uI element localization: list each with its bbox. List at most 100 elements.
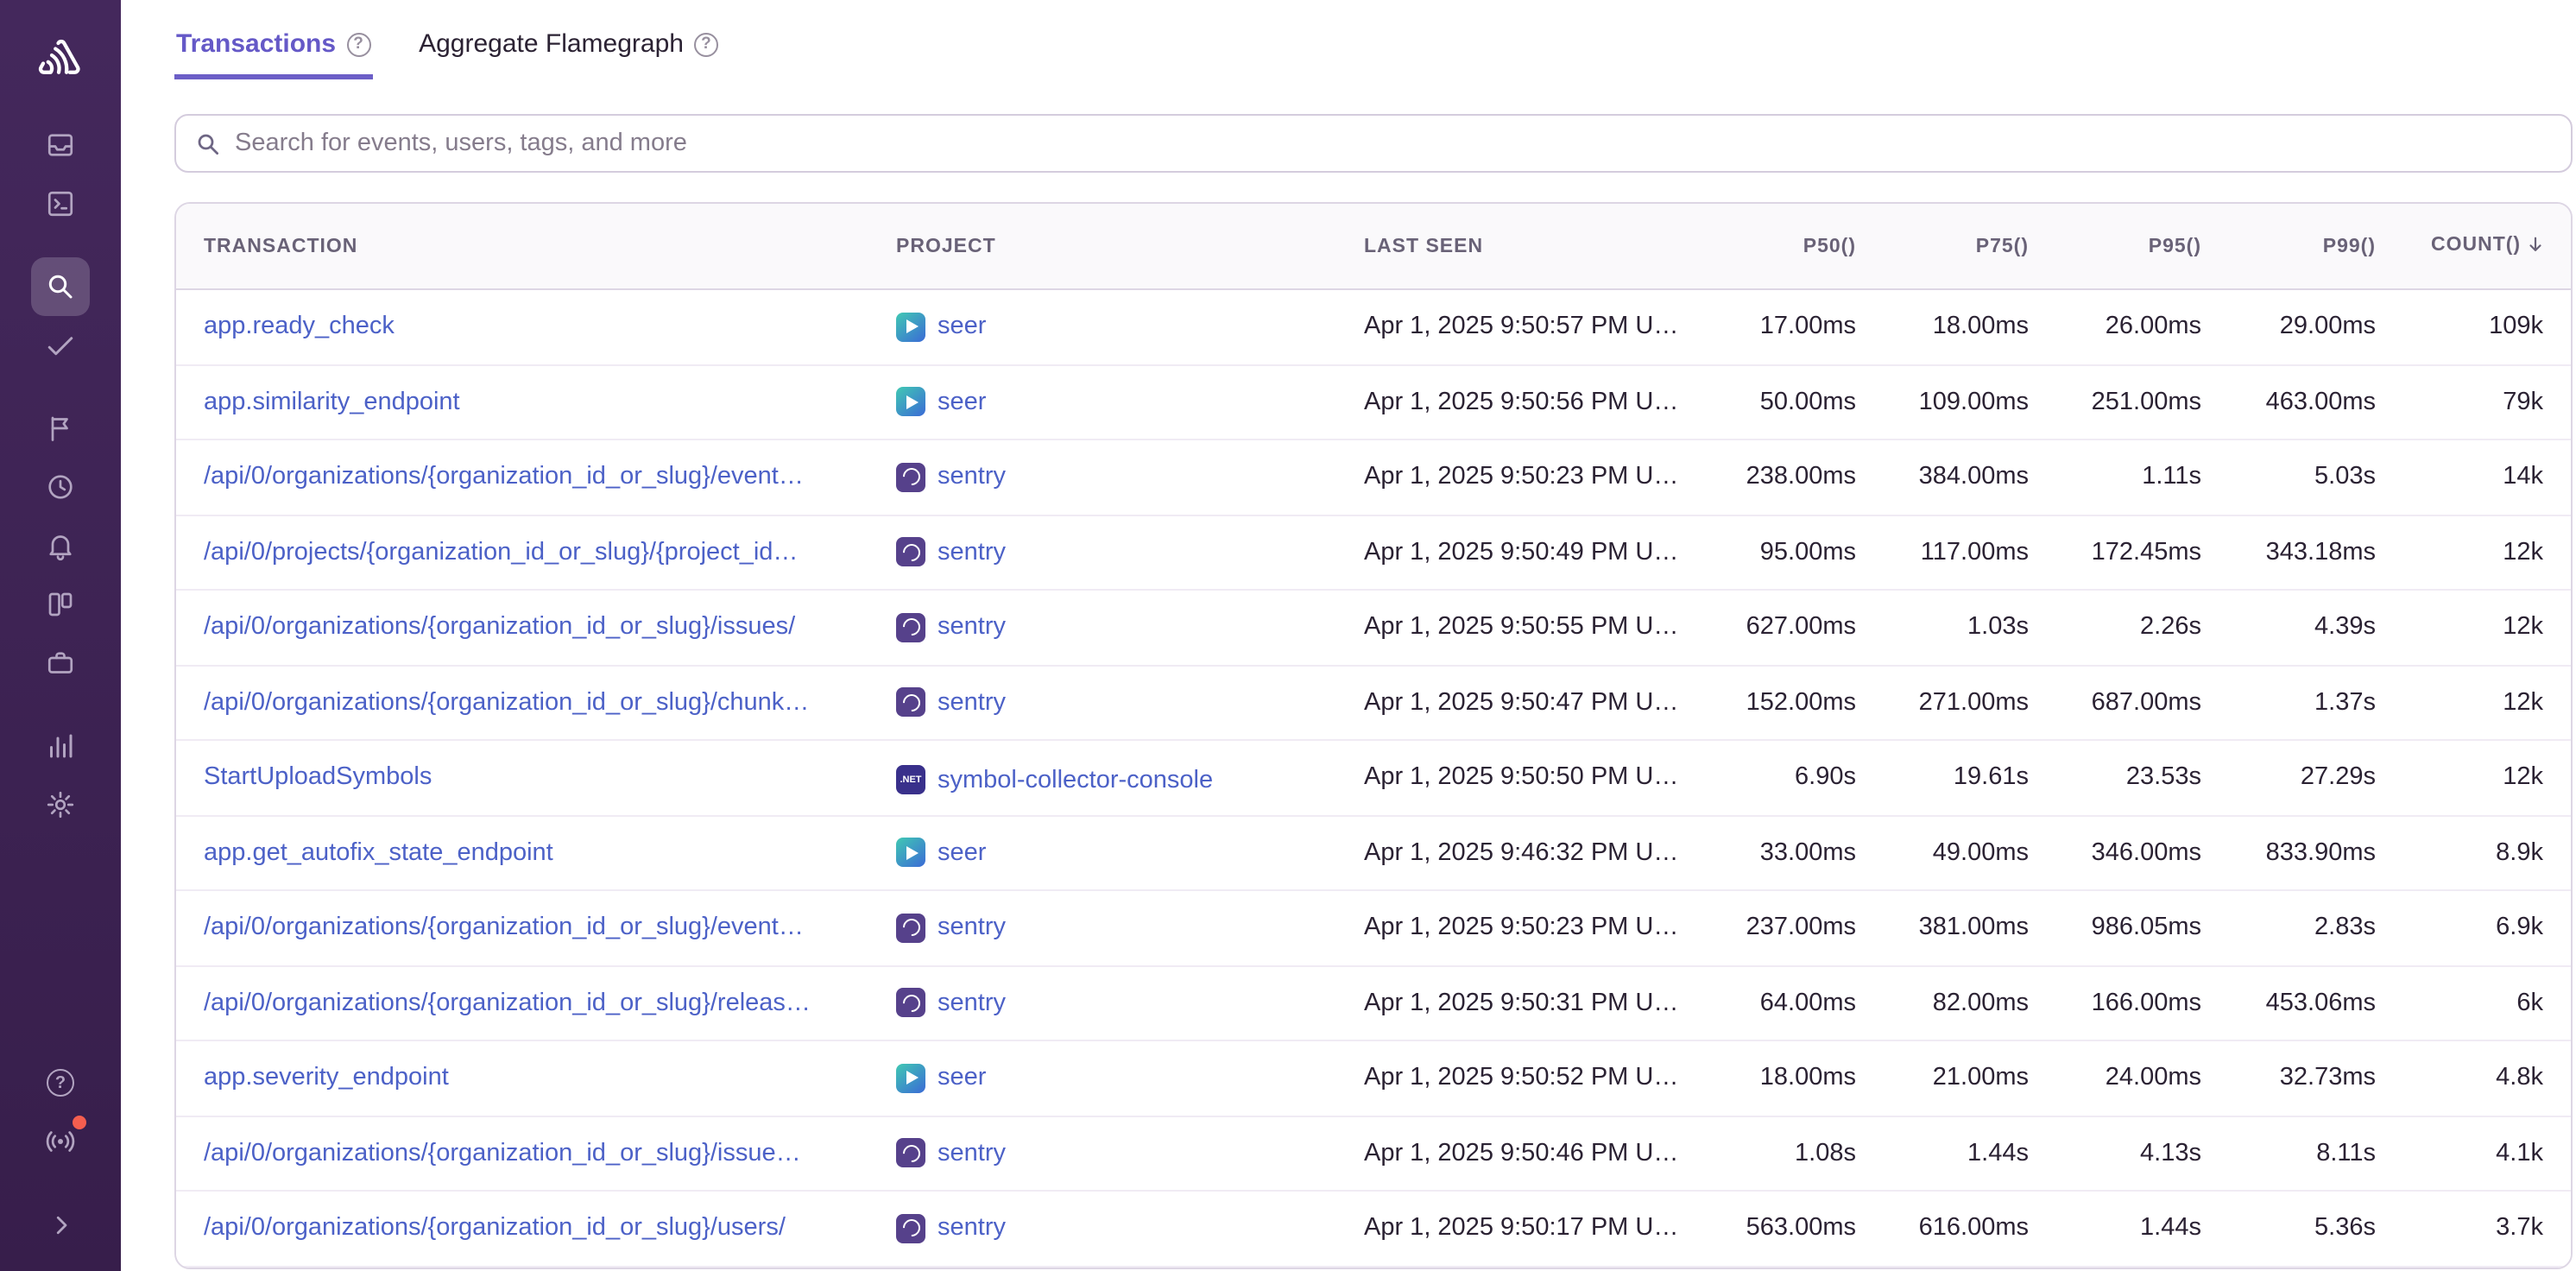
sidebar-item-settings[interactable] xyxy=(31,775,90,834)
p50-cell: 17.00ms xyxy=(1709,313,1884,341)
p99-cell: 8.11s xyxy=(2229,1140,2403,1167)
project-platform-icon xyxy=(896,612,925,642)
table-row: app.similarity_endpoint seer Apr 1, 2025… xyxy=(176,365,2571,440)
sidebar-item-stats[interactable] xyxy=(31,717,90,775)
project-cell: sentry xyxy=(868,462,1336,492)
sidebar-item-releases[interactable] xyxy=(31,399,90,458)
project-platform-icon xyxy=(896,1138,925,1167)
project-name: seer xyxy=(938,389,986,416)
p99-cell: 4.39s xyxy=(2229,614,2403,642)
project-platform-icon xyxy=(896,537,925,566)
column-header-last-seen[interactable]: LAST SEEN xyxy=(1336,236,1709,256)
transaction-link[interactable]: /api/0/organizations/{organization_id_or… xyxy=(204,689,809,717)
sidebar-item-explore[interactable] xyxy=(31,174,90,233)
column-header-p50[interactable]: P50() xyxy=(1709,236,1884,256)
p75-cell: 117.00ms xyxy=(1884,539,2056,566)
column-header-project[interactable]: PROJECT xyxy=(868,236,1336,256)
transaction-cell: /api/0/organizations/{organization_id_or… xyxy=(176,689,868,717)
project-link[interactable]: sentry xyxy=(896,988,1006,1017)
sidebar-item-projects[interactable] xyxy=(31,634,90,692)
sidebar-item-whats-new[interactable] xyxy=(31,1112,90,1171)
project-link[interactable]: sentry xyxy=(896,612,1006,642)
project-link[interactable]: sentry xyxy=(896,1138,1006,1167)
count-cell: 4.8k xyxy=(2403,1065,2571,1092)
transaction-link[interactable]: app.ready_check xyxy=(204,313,395,341)
p50-cell: 563.00ms xyxy=(1709,1215,1884,1243)
transaction-cell: /api/0/organizations/{organization_id_or… xyxy=(176,1215,868,1243)
table-body: app.ready_check seer Apr 1, 2025 9:50:57… xyxy=(176,290,2571,1267)
project-link[interactable]: seer xyxy=(896,838,986,868)
app-window: ? Transactions ? Aggregate Flamegraph xyxy=(0,0,2576,1271)
project-link[interactable]: seer xyxy=(896,388,986,417)
project-cell: sentry xyxy=(868,1213,1336,1243)
search-bar[interactable] xyxy=(174,114,2573,173)
column-header-p95[interactable]: P95() xyxy=(2056,236,2229,256)
transaction-link[interactable]: StartUploadSymbols xyxy=(204,764,432,792)
transaction-link[interactable]: app.severity_endpoint xyxy=(204,1065,449,1092)
project-link[interactable]: sentry xyxy=(896,1213,1006,1243)
column-header-count[interactable]: COUNT() xyxy=(2403,234,2571,258)
sentry-logo[interactable] xyxy=(28,26,93,92)
p95-cell: 1.44s xyxy=(2056,1215,2229,1243)
last-seen-cell: Apr 1, 2025 9:50:50 PM UTC xyxy=(1336,764,1709,792)
project-link[interactable]: seer xyxy=(896,1064,986,1093)
sidebar-item-alerts[interactable] xyxy=(31,516,90,575)
transaction-link[interactable]: app.similarity_endpoint xyxy=(204,389,460,416)
project-platform-icon xyxy=(896,313,925,342)
p50-cell: 1.08s xyxy=(1709,1140,1884,1167)
project-platform-icon xyxy=(896,765,925,794)
sidebar-item-search[interactable] xyxy=(31,257,90,316)
transaction-cell: app.get_autofix_state_endpoint xyxy=(176,839,868,867)
sidebar-collapse-button[interactable] xyxy=(31,1195,90,1254)
p75-cell: 21.00ms xyxy=(1884,1065,2056,1092)
project-link[interactable]: seer xyxy=(896,313,986,342)
project-link[interactable]: sentry xyxy=(896,687,1006,717)
project-platform-icon xyxy=(896,687,925,717)
transaction-cell: /api/0/organizations/{organization_id_or… xyxy=(176,914,868,942)
table-row: /api/0/organizations/{organization_id_or… xyxy=(176,591,2571,666)
p99-cell: 32.73ms xyxy=(2229,1065,2403,1092)
tab-transactions-help-icon[interactable]: ? xyxy=(346,32,370,56)
column-header-p75[interactable]: P75() xyxy=(1884,236,2056,256)
search-input[interactable] xyxy=(235,130,2552,157)
tab-transactions[interactable]: Transactions ? xyxy=(174,22,372,79)
p95-cell: 2.26s xyxy=(2056,614,2229,642)
transaction-link[interactable]: /api/0/organizations/{organization_id_or… xyxy=(204,614,795,642)
transaction-link[interactable]: /api/0/organizations/{organization_id_or… xyxy=(204,464,804,491)
p95-cell: 346.00ms xyxy=(2056,839,2229,867)
table-row: app.ready_check seer Apr 1, 2025 9:50:57… xyxy=(176,290,2571,365)
last-seen-cell: Apr 1, 2025 9:50:17 PM UTC xyxy=(1336,1215,1709,1243)
sidebar-item-help[interactable]: ? xyxy=(31,1053,90,1112)
project-platform-icon xyxy=(896,1064,925,1093)
sidebar-item-issues[interactable] xyxy=(31,116,90,174)
project-link[interactable]: symbol-collector-console xyxy=(896,765,1213,794)
sidebar-item-traces[interactable] xyxy=(31,316,90,375)
transaction-link[interactable]: /api/0/projects/{organization_id_or_slug… xyxy=(204,539,798,566)
project-link[interactable]: sentry xyxy=(896,537,1006,566)
gear-icon xyxy=(45,789,76,820)
transaction-link[interactable]: /api/0/organizations/{organization_id_or… xyxy=(204,1215,786,1243)
column-header-count-label: COUNT() xyxy=(2431,234,2521,255)
transaction-link[interactable]: /api/0/organizations/{organization_id_or… xyxy=(204,914,804,942)
project-link[interactable]: sentry xyxy=(896,913,1006,942)
count-cell: 12k xyxy=(2403,689,2571,717)
p99-cell: 1.37s xyxy=(2229,689,2403,717)
project-link[interactable]: sentry xyxy=(896,462,1006,491)
main-content: Transactions ? Aggregate Flamegraph ? TR… xyxy=(121,0,2576,1271)
count-cell: 4.1k xyxy=(2403,1140,2571,1167)
column-header-p99[interactable]: P99() xyxy=(2229,236,2403,256)
project-platform-icon xyxy=(896,388,925,417)
transaction-link[interactable]: /api/0/organizations/{organization_id_or… xyxy=(204,990,811,1017)
tab-aggregate-flamegraph-help-icon[interactable]: ? xyxy=(694,32,718,56)
table-row: /api/0/organizations/{organization_id_or… xyxy=(176,891,2571,966)
column-header-transaction[interactable]: TRANSACTION xyxy=(176,236,868,256)
sidebar-item-crons[interactable] xyxy=(31,458,90,516)
bell-icon xyxy=(45,530,76,561)
sidebar-item-dashboards[interactable] xyxy=(31,575,90,634)
transaction-link[interactable]: app.get_autofix_state_endpoint xyxy=(204,839,553,867)
tab-aggregate-flamegraph[interactable]: Aggregate Flamegraph ? xyxy=(417,22,720,79)
count-cell: 12k xyxy=(2403,539,2571,566)
project-platform-icon xyxy=(896,988,925,1017)
transaction-link[interactable]: /api/0/organizations/{organization_id_or… xyxy=(204,1140,801,1167)
transaction-cell: app.severity_endpoint xyxy=(176,1065,868,1092)
